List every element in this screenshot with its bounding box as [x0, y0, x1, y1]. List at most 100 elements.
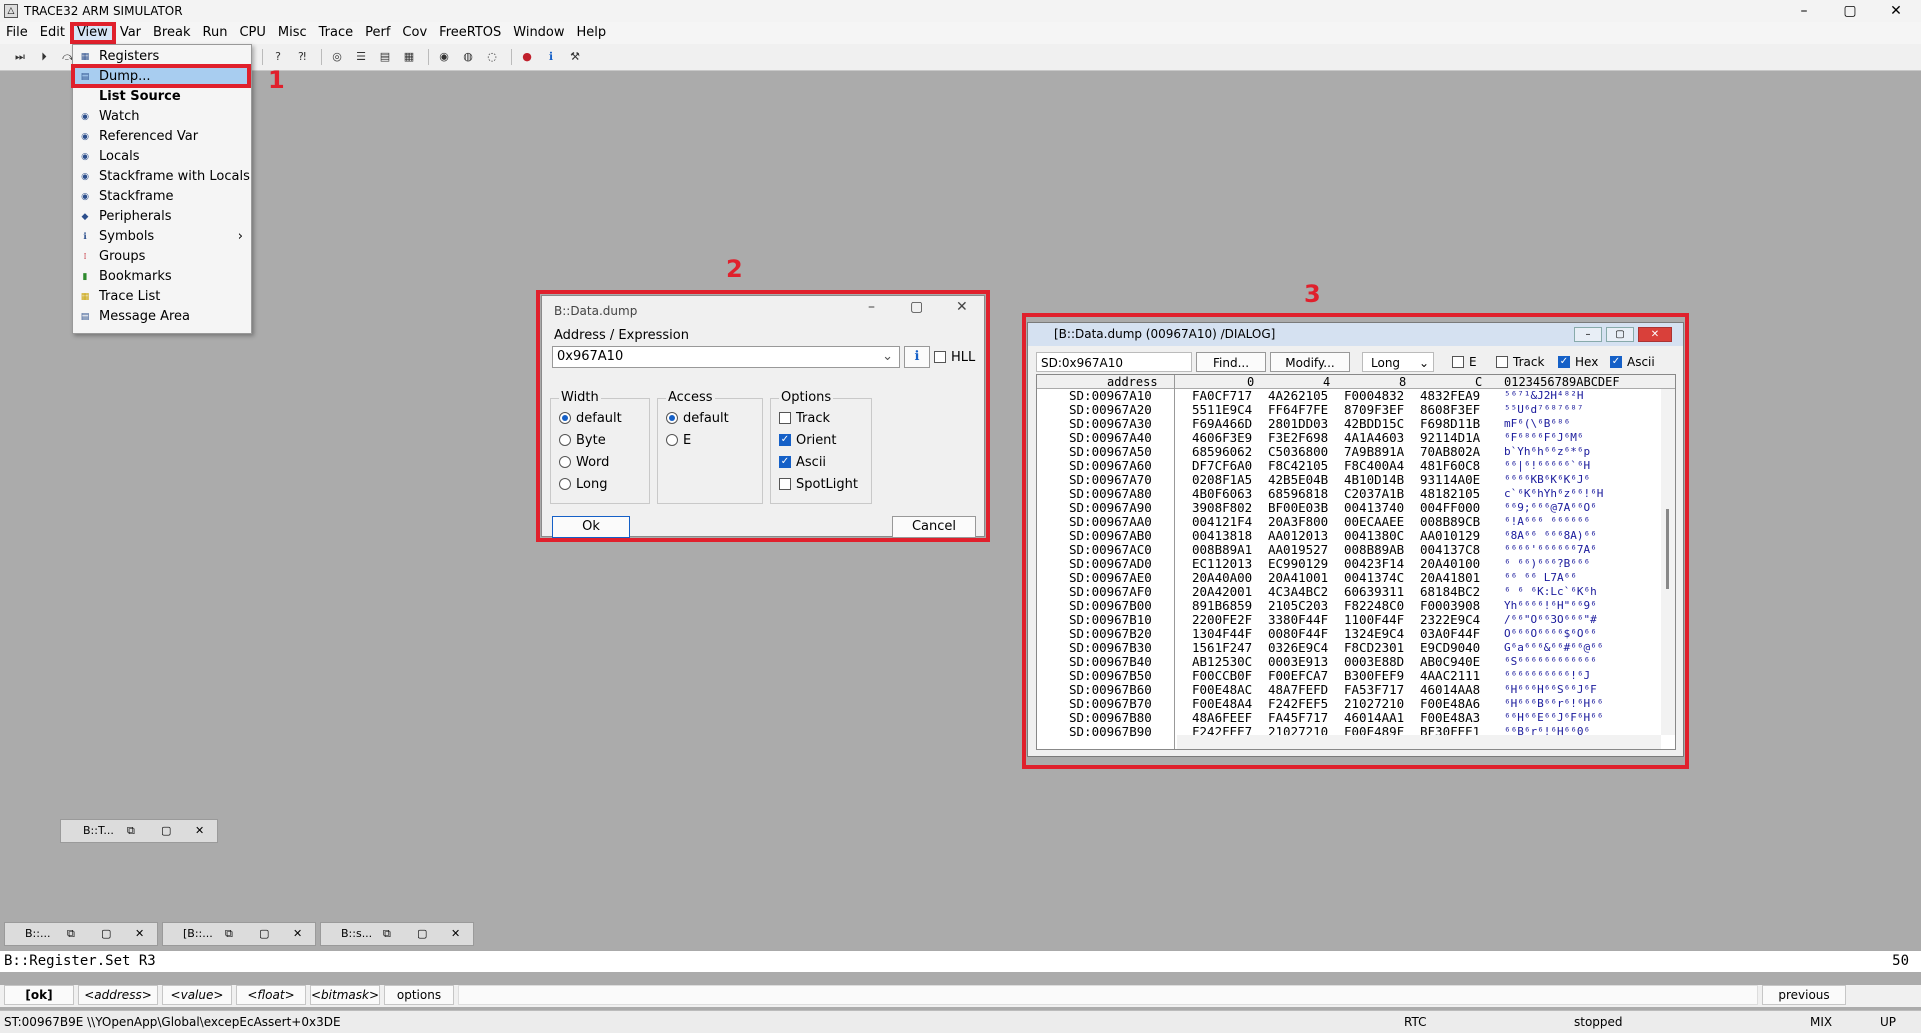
- softkey-options[interactable]: options: [384, 985, 454, 1005]
- memory-dump-table[interactable]: address 0 4 8 C 0123456789ABCDEF SD:0096…: [1036, 374, 1676, 750]
- menu-var[interactable]: Var: [114, 23, 147, 43]
- find-button[interactable]: Find...: [1196, 352, 1266, 372]
- width-select[interactable]: Long ⌄: [1362, 352, 1434, 372]
- dialog-minimize-button[interactable]: –: [868, 299, 875, 315]
- minimized-window-2[interactable]: B::... ⧉ ▢ ✕: [4, 922, 158, 946]
- menu-item-watch[interactable]: ◉ Watch: [73, 107, 251, 127]
- symbol-browse-button[interactable]: ℹ: [904, 346, 930, 368]
- dump-row[interactable]: SD:00967A50 68596062 C5036800 7A9B891A 70AB8…: [1037, 445, 1675, 459]
- minimized-window-3[interactable]: [B::... ⧉ ▢ ✕: [162, 922, 316, 946]
- menu-item-message-area[interactable]: ▤ Message Area: [73, 307, 251, 327]
- menu-item-trace-list[interactable]: ▦ Trace List: [73, 287, 251, 307]
- dump-row[interactable]: SD:00967A80 4B0F6063 68596818 C2037A1B 48182…: [1037, 487, 1675, 501]
- menu-window[interactable]: Window: [507, 23, 570, 43]
- info-icon[interactable]: ℹ: [541, 47, 561, 67]
- menu-trace[interactable]: Trace: [313, 23, 360, 43]
- dump-row[interactable]: SD:00967B80 48A6FEEF FA45F717 46014AA1 F00E4…: [1037, 711, 1675, 725]
- track-checkbox[interactable]: Track: [779, 409, 830, 427]
- menu-freertos[interactable]: FreeRTOS: [433, 23, 507, 43]
- softkey-bitmask[interactable]: <bitmask>: [310, 985, 380, 1005]
- orient-checkbox[interactable]: ✓ Orient: [779, 431, 837, 449]
- menu-help[interactable]: Help: [571, 23, 613, 43]
- spotlight-checkbox[interactable]: SpotLight: [779, 475, 858, 493]
- dump-address-field[interactable]: SD:0x967A10: [1036, 352, 1192, 372]
- list-icon[interactable]: ☰: [351, 47, 371, 67]
- record-icon[interactable]: ◎: [327, 47, 347, 67]
- menu-item-list-source[interactable]: List Source: [73, 87, 251, 107]
- minimized-window-1[interactable]: B::T... ⧉ ▢ ✕: [60, 819, 218, 843]
- menu-cov[interactable]: Cov: [396, 23, 433, 43]
- width-default-radio[interactable]: default: [559, 409, 622, 427]
- dump-row[interactable]: SD:00967AA0 004121F4 20A3F800 00ECAAEE 008B8…: [1037, 515, 1675, 529]
- dump-row[interactable]: SD:00967AF0 20A42001 4C3A4BC2 60639311 68184…: [1037, 585, 1675, 599]
- dump-row[interactable]: SD:00967B00 891B6859 2105C203 F82248C0 F0003…: [1037, 599, 1675, 613]
- wrench-icon[interactable]: ⚒: [565, 47, 585, 67]
- access-default-radio[interactable]: default: [666, 409, 729, 427]
- bug-icon[interactable]: ●: [517, 47, 537, 67]
- menu-perf[interactable]: Perf: [359, 23, 396, 43]
- step-icon[interactable]: ⏭: [10, 47, 30, 67]
- dump-e-checkbox[interactable]: E: [1452, 352, 1477, 372]
- dump-row[interactable]: SD:00967A70 0208F1A5 42B5E04B 4B10D14B 93114…: [1037, 473, 1675, 487]
- dump-row[interactable]: SD:00967B50 F00CCB0F F00EFCA7 B300FEF9 4AAC2…: [1037, 669, 1675, 683]
- register-icon[interactable]: ▦: [399, 47, 419, 67]
- watch-icon[interactable]: ◉: [434, 47, 454, 67]
- command-line[interactable]: B::Register.Set R3 50: [0, 950, 1921, 972]
- width-long-radio[interactable]: Long: [559, 475, 607, 493]
- dump-restore-button[interactable]: ▢: [1606, 327, 1634, 342]
- width-byte-radio[interactable]: Byte: [559, 431, 606, 449]
- dump-track-checkbox[interactable]: Track: [1496, 352, 1544, 372]
- menu-item-stackframe[interactable]: ◉ Stackframe: [73, 187, 251, 207]
- dump-row[interactable]: SD:00967AE0 20A40A00 20A41001 0041374C 20A41…: [1037, 571, 1675, 585]
- dump-row[interactable]: SD:00967A40 4606F3E9 F3E2F698 4A1A4603 92114…: [1037, 431, 1675, 445]
- dump-row[interactable]: SD:00967B10 2200FE2F 3380F44F 1100F44F 2322E…: [1037, 613, 1675, 627]
- menu-misc[interactable]: Misc: [272, 23, 313, 43]
- dump-row[interactable]: SD:00967B30 1561F247 0326E9C4 F8CD2301 E9CD9…: [1037, 641, 1675, 655]
- dialog-close-button[interactable]: ✕: [956, 299, 968, 315]
- chevron-down-icon[interactable]: ⌄: [882, 347, 893, 367]
- var-icon[interactable]: ◍: [458, 47, 478, 67]
- softkey-address[interactable]: <address>: [78, 985, 158, 1005]
- menu-item-peripherals[interactable]: ◆ Peripherals: [73, 207, 251, 227]
- maximize-button[interactable]: ▢: [1829, 0, 1871, 22]
- dialog-maximize-button[interactable]: ▢: [910, 299, 923, 315]
- frame-icon[interactable]: ◌: [482, 47, 502, 67]
- dump-minimize-button[interactable]: –: [1574, 327, 1602, 342]
- dump-row[interactable]: SD:00967AC0 008B89A1 AA019527 008B89AB 00413…: [1037, 543, 1675, 557]
- close-button[interactable]: ✕: [1875, 0, 1917, 22]
- dump-row[interactable]: SD:00967AD0 EC112013 EC990129 00423F14 20A40…: [1037, 557, 1675, 571]
- modify-button[interactable]: Modify...: [1270, 352, 1350, 372]
- ascii-checkbox[interactable]: ✓ Ascii: [779, 453, 826, 471]
- menu-item-referenced-var[interactable]: ◉ Referenced Var: [73, 127, 251, 147]
- dump-hex-checkbox[interactable]: ✓ Hex: [1558, 352, 1598, 372]
- menu-item-groups[interactable]: ⁞ Groups: [73, 247, 251, 267]
- dump-row[interactable]: SD:00967A30 F69A466D 2801DD03 42BDD15C F698D…: [1037, 417, 1675, 431]
- dump-row[interactable]: SD:00967A20 5511E9C4 FF64F7FE 8709F3EF 8608F…: [1037, 403, 1675, 417]
- go-icon[interactable]: ⏵: [34, 47, 54, 67]
- dump-ascii-checkbox[interactable]: ✓ Ascii: [1610, 352, 1655, 372]
- menu-break[interactable]: Break: [147, 23, 196, 43]
- minimize-button[interactable]: –: [1783, 0, 1825, 22]
- help-icon[interactable]: ?: [268, 47, 288, 67]
- dump-row[interactable]: SD:00967B60 F00E48AC 48A7FEFD FA53F717 46014…: [1037, 683, 1675, 697]
- vertical-scrollbar[interactable]: [1661, 389, 1675, 735]
- dump-icon[interactable]: ▤: [375, 47, 395, 67]
- dump-row[interactable]: SD:00967A90 3908F802 BF00E03B 00413740 004FF…: [1037, 501, 1675, 515]
- softkey-ok[interactable]: [ok]: [4, 985, 74, 1005]
- ok-button[interactable]: Ok: [552, 516, 630, 538]
- hll-checkbox[interactable]: HLL: [934, 348, 975, 366]
- minimized-window-4[interactable]: B::s... ⧉ ▢ ✕: [320, 922, 474, 946]
- dump-row[interactable]: SD:00967B70 F00E48A4 F242FEF5 21027210 F00E4…: [1037, 697, 1675, 711]
- dump-row[interactable]: SD:00967AB0 00413818 AA012013 0041380C AA010…: [1037, 529, 1675, 543]
- dump-row[interactable]: SD:00967B40 AB12530C 0003E913 0003E88D AB0C9…: [1037, 655, 1675, 669]
- cancel-button[interactable]: Cancel: [892, 516, 976, 538]
- dump-close-button[interactable]: ✕: [1638, 327, 1672, 342]
- menu-item-symbols[interactable]: ℹ Symbols ›: [73, 227, 251, 247]
- address-input[interactable]: 0x967A10 ⌄: [552, 346, 900, 368]
- dump-row[interactable]: SD:00967B20 1304F44F 0080F44F 1324E9C4 03A0F…: [1037, 627, 1675, 641]
- menu-item-stackframe-locals[interactable]: ◉ Stackframe with Locals: [73, 167, 251, 187]
- softkey-value[interactable]: <value>: [162, 985, 232, 1005]
- menu-edit[interactable]: Edit: [34, 23, 71, 43]
- horizontal-scrollbar[interactable]: [1177, 735, 1661, 749]
- menu-item-locals[interactable]: ◉ Locals: [73, 147, 251, 167]
